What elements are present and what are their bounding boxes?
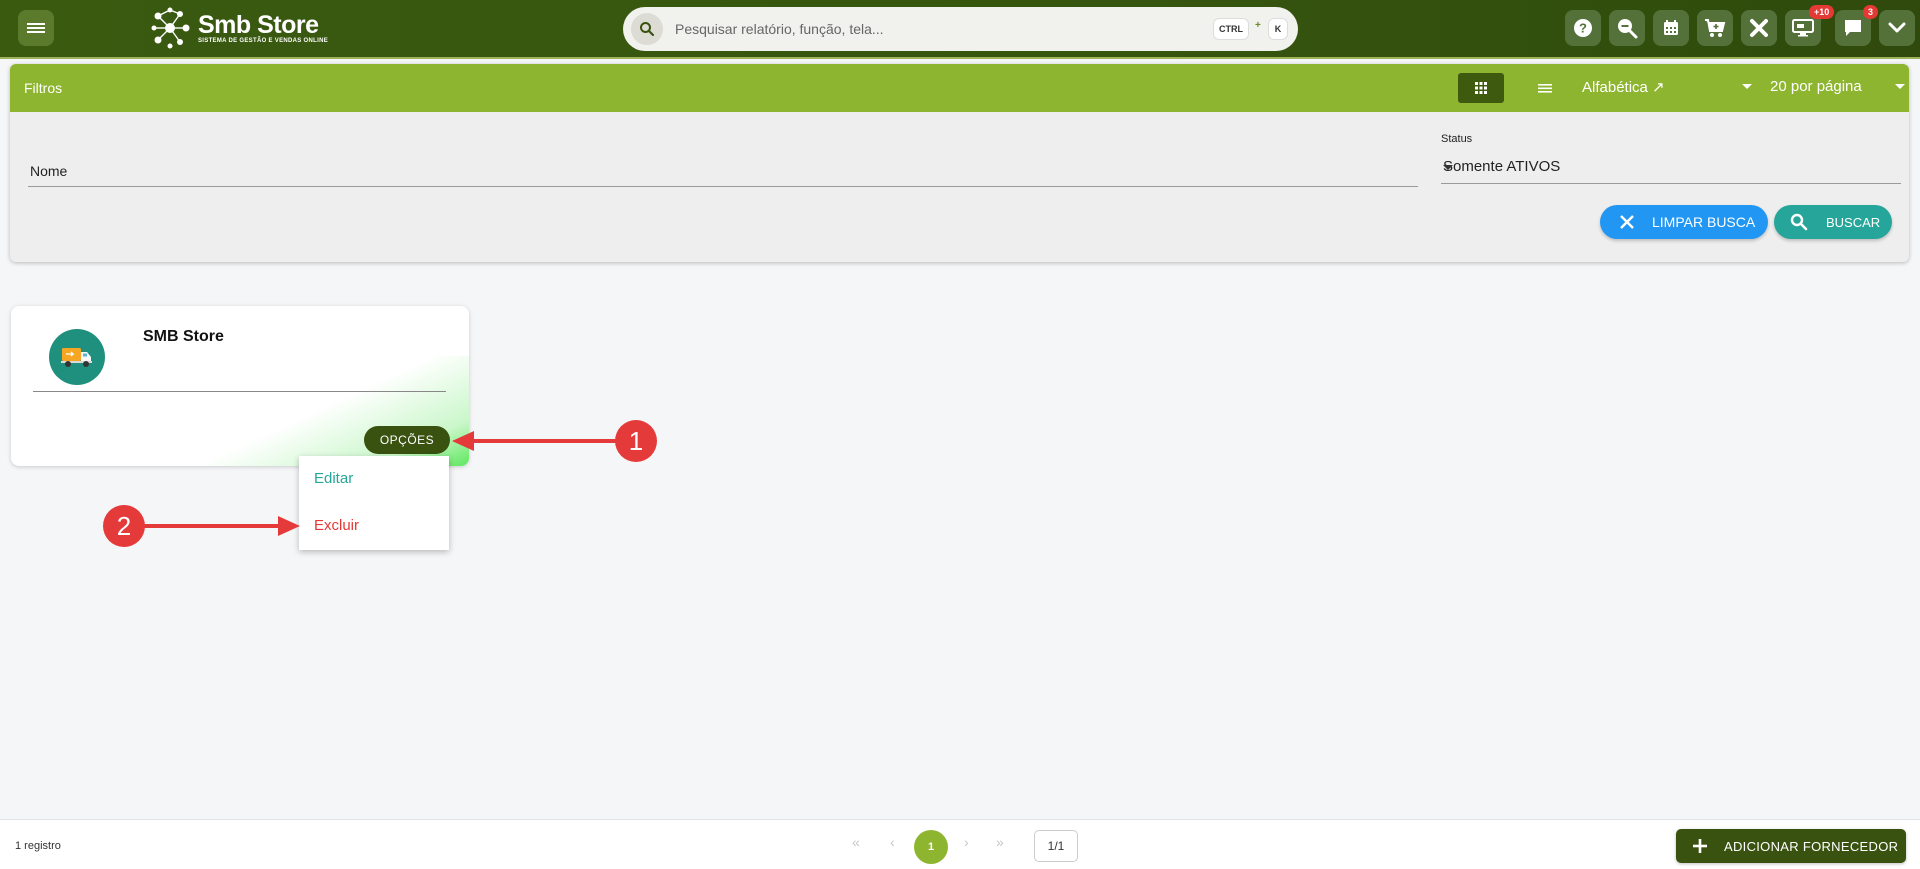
zoom-search-icon (1618, 19, 1638, 39)
record-count: 1 registro (15, 840, 61, 852)
caret-down-icon (1895, 84, 1905, 89)
monitor-button[interactable]: +10 (1785, 5, 1835, 46)
supplier-avatar (49, 329, 105, 385)
page-total: 1/1 (1034, 830, 1078, 862)
hamburger-icon (27, 21, 45, 35)
list-view-button[interactable] (1528, 73, 1562, 103)
search-input[interactable] (675, 21, 1195, 37)
menu-button[interactable] (18, 10, 54, 46)
supplier-name: SMB Store (143, 328, 224, 345)
plus-icon (1693, 839, 1707, 853)
monitor-badge: +10 (1809, 5, 1835, 19)
filter-title: Filtros (24, 80, 63, 96)
help-button[interactable]: ? (1565, 10, 1601, 46)
user-menu-button[interactable] (1879, 10, 1915, 46)
card-divider (33, 391, 446, 392)
per-page-select[interactable]: 20 por página (1770, 78, 1905, 95)
nome-field[interactable]: Nome (28, 155, 1418, 187)
status-label: Status (1441, 133, 1473, 145)
search-button-label: BUSCAR (1826, 214, 1881, 230)
help-icon: ? (1574, 19, 1592, 37)
add-supplier-button[interactable]: ADICIONAR FORNECEDOR (1676, 829, 1906, 863)
supplier-card: SMB Store OPÇÕES (11, 306, 469, 466)
clear-search-label: LIMPAR BUSCA (1652, 214, 1756, 230)
last-page-icon[interactable]: » (996, 834, 1004, 850)
filter-header: Filtros Alfabética ↗ 20 por página (10, 64, 1909, 112)
shortcut-k-key: K (1268, 18, 1288, 40)
list-icon (1538, 84, 1552, 93)
shortcut-ctrl-key: CTRL (1213, 18, 1249, 40)
chevron-down-icon (1888, 22, 1906, 33)
tools-button[interactable] (1741, 10, 1777, 46)
previous-page-icon[interactable]: ‹ (890, 834, 895, 850)
close-icon (1620, 215, 1634, 229)
logo-subtitle: SISTEMA DE GESTÃO E VENDAS ONLINE (198, 38, 329, 44)
delivery-truck-icon (61, 348, 92, 367)
options-button[interactable]: OPÇÕES (364, 426, 450, 454)
current-page-button[interactable]: 1 (914, 830, 948, 864)
status-value: Somente ATIVOS (1443, 158, 1561, 175)
grid-icon (1475, 82, 1487, 94)
shortcut-plus: + (1255, 20, 1261, 31)
clear-search-button[interactable]: LIMPAR BUSCA (1600, 205, 1768, 239)
monitor-icon (1792, 19, 1814, 37)
chat-icon (1845, 20, 1861, 36)
global-search: CTRL + K (623, 7, 1298, 51)
annotation-arrow-1 (452, 420, 657, 462)
logo[interactable]: Smb Store SISTEMA DE GESTÃO E VENDAS ONL… (148, 6, 328, 50)
search-icon (1790, 213, 1808, 231)
caret-down-icon (1742, 84, 1752, 89)
zoom-search-button[interactable] (1609, 10, 1645, 46)
top-bar: Smb Store SISTEMA DE GESTÃO E VENDAS ONL… (0, 0, 1920, 59)
calendar-button[interactable] (1653, 10, 1689, 46)
options-menu: Editar Excluir (299, 456, 449, 550)
chat-button[interactable]: 3 (1835, 5, 1879, 46)
first-page-icon[interactable]: « (852, 834, 860, 850)
calendar-icon (1664, 20, 1678, 35)
logo-title: Smb Store (198, 11, 319, 39)
cart-button[interactable] (1697, 10, 1733, 46)
per-page-value: 20 por página (1770, 78, 1862, 95)
next-page-icon[interactable]: › (964, 834, 969, 850)
tools-icon (1750, 19, 1768, 37)
menu-item-edit[interactable]: Editar (314, 470, 353, 487)
caret-down-icon (1443, 165, 1453, 170)
nome-label: Nome (30, 163, 68, 179)
search-icon[interactable] (631, 13, 663, 45)
search-button[interactable]: BUSCAR (1774, 205, 1892, 239)
sort-select[interactable]: Alfabética ↗ (1582, 78, 1752, 96)
svg-text:?: ? (1579, 21, 1587, 36)
annotation-marker-2: 2 (117, 511, 131, 541)
annotation-arrow-2 (103, 505, 300, 547)
status-select[interactable]: Somente ATIVOS (1441, 150, 1901, 184)
grid-view-button[interactable] (1458, 73, 1504, 103)
chat-badge: 3 (1863, 5, 1879, 19)
cart-icon (1705, 19, 1726, 37)
filter-panel: Filtros Alfabética ↗ 20 por página Nome … (10, 64, 1909, 262)
logo-network-icon (148, 6, 192, 50)
sort-value: Alfabética ↗ (1582, 79, 1665, 96)
footer: 1 registro « ‹ 1 › » 1/1 ADICIONAR FORNE… (0, 819, 1920, 869)
menu-item-delete[interactable]: Excluir (314, 517, 359, 534)
add-supplier-label: ADICIONAR FORNECEDOR (1724, 838, 1899, 854)
annotation-marker-1: 1 (629, 426, 643, 456)
